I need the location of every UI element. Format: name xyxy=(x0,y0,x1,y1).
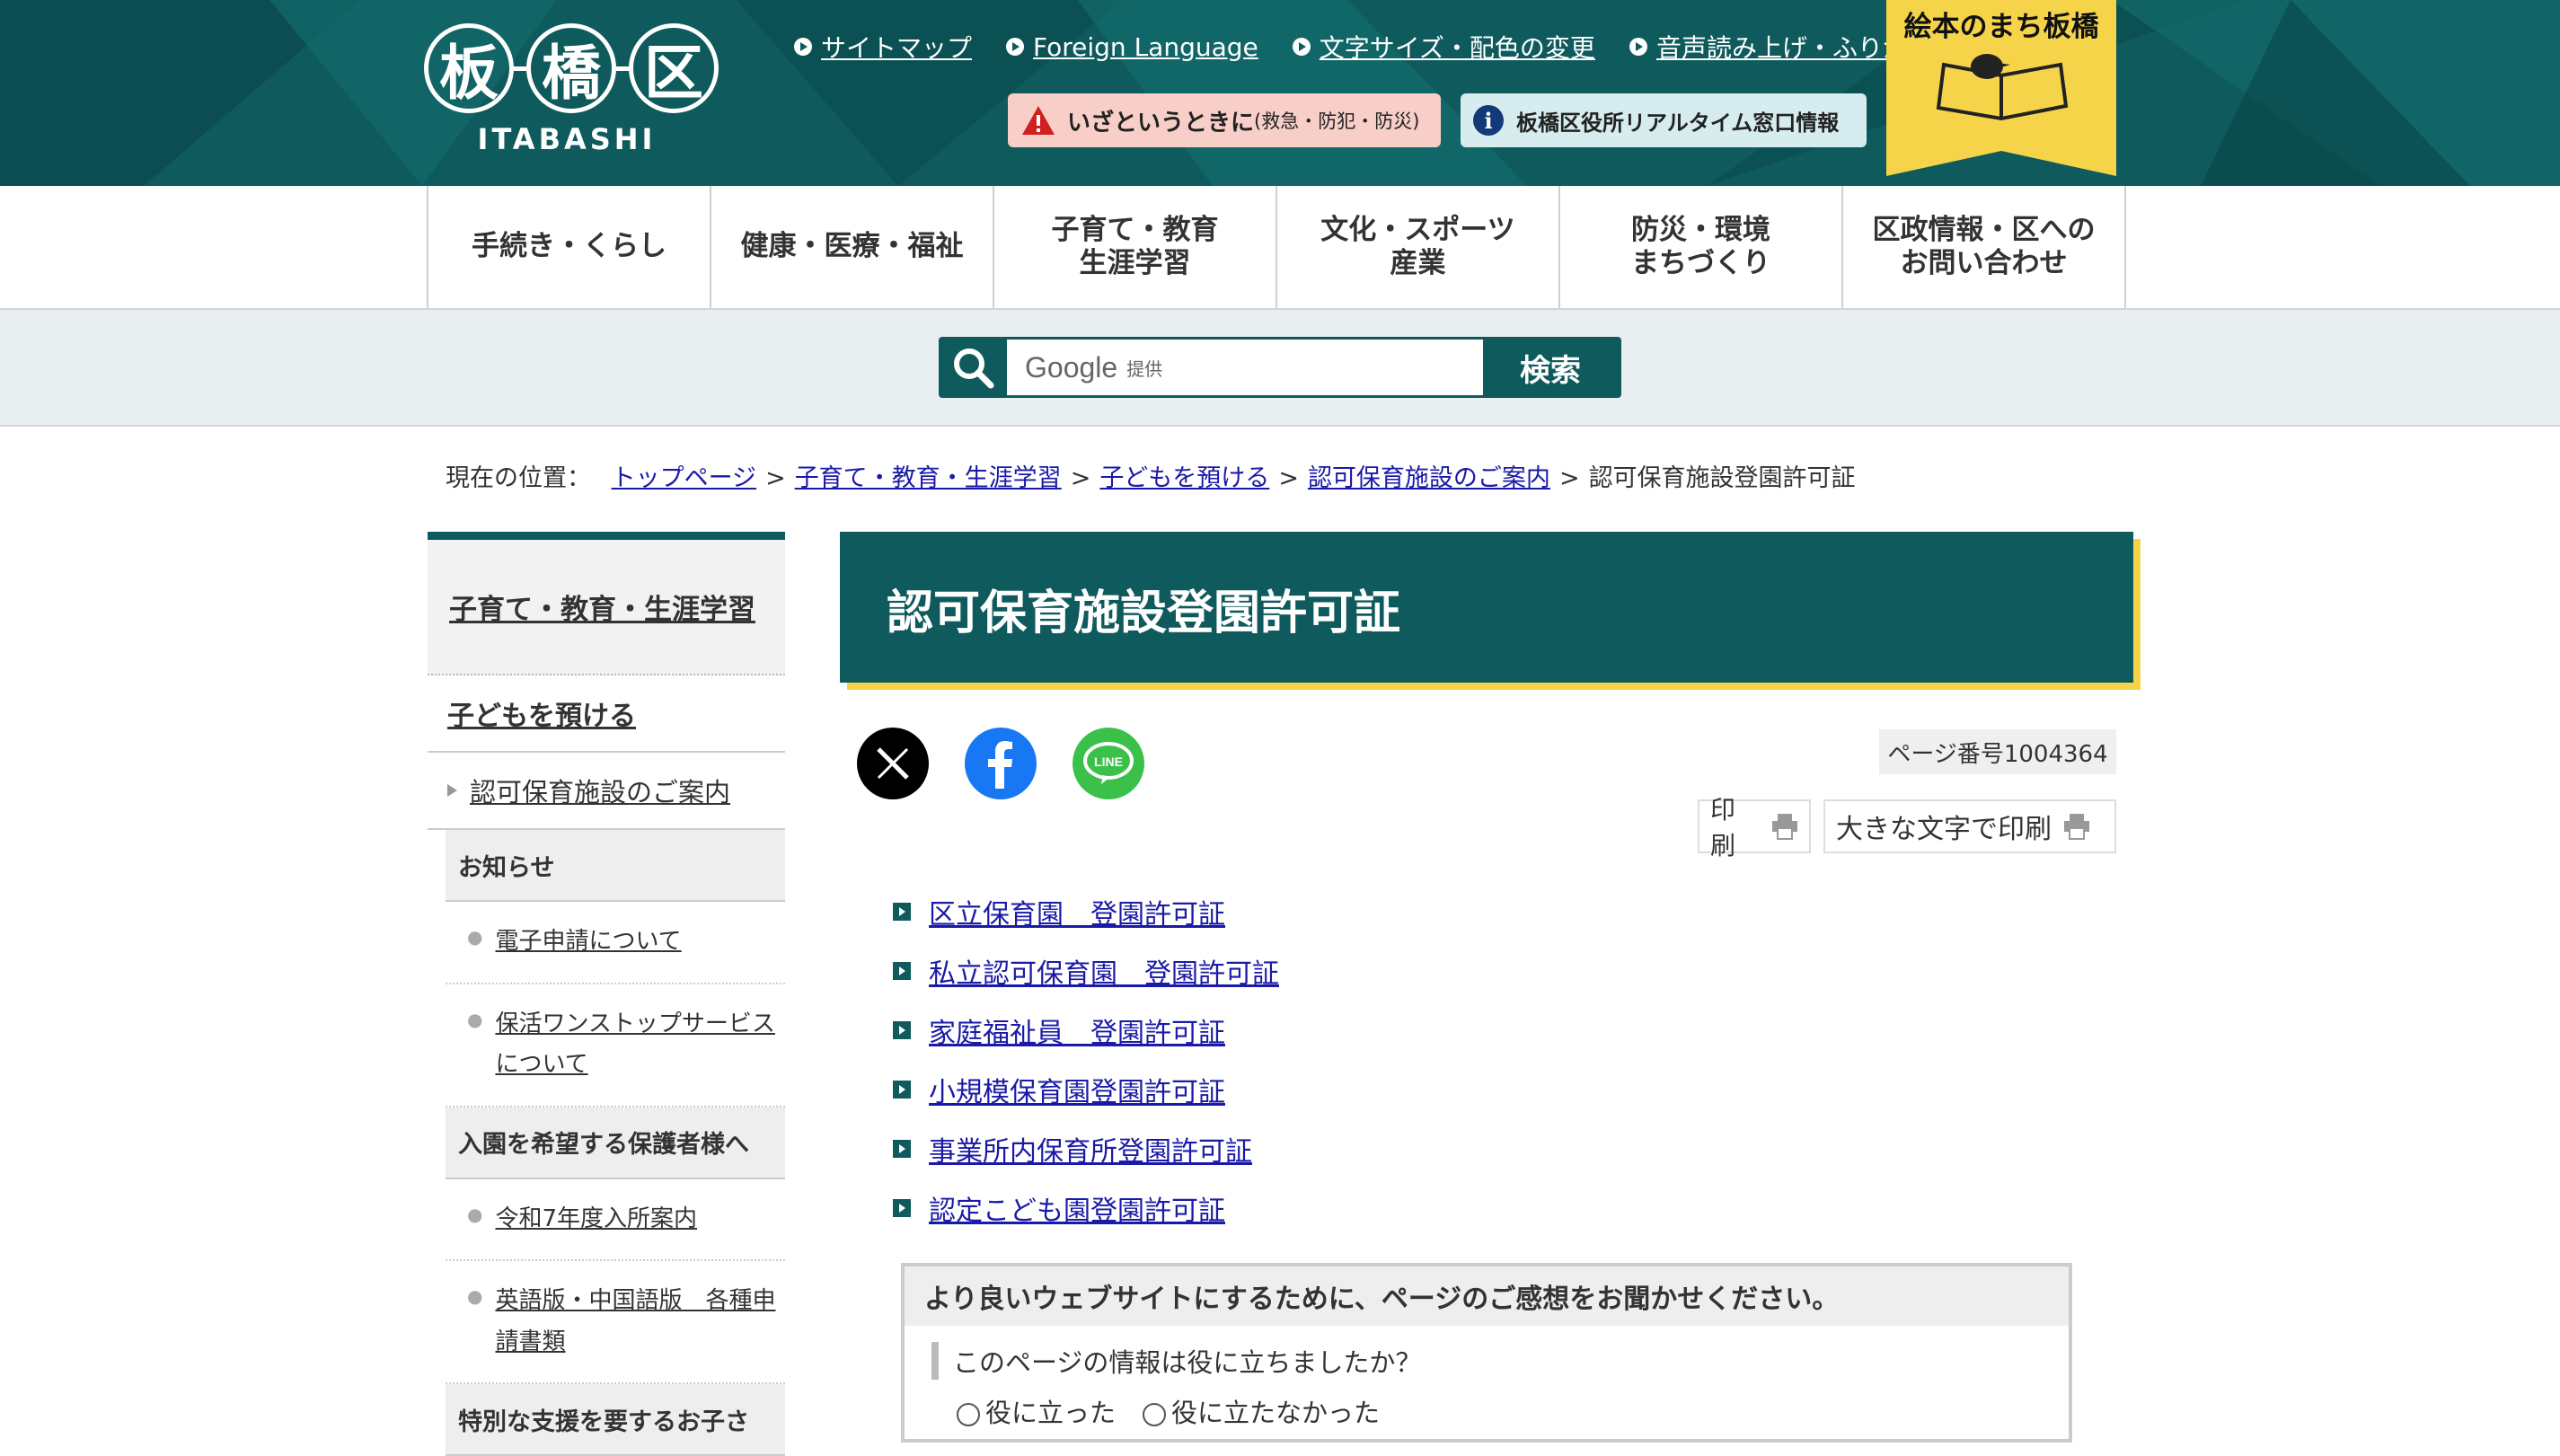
line-logo-icon: LINE xyxy=(1083,742,1134,784)
ehon-banner[interactable]: 絵本のまち板橋 xyxy=(1886,0,2116,180)
bullet-icon: ● xyxy=(467,926,483,948)
arrow-square-icon xyxy=(893,903,911,921)
search-input[interactable]: Google 提供 xyxy=(1007,340,1483,395)
site-logo[interactable]: 板 橋 区 ITABASHI xyxy=(424,23,720,158)
info-icon: i xyxy=(1473,105,1504,136)
radio-button[interactable] xyxy=(1143,1403,1167,1426)
sidebar-item-multilingual-forms[interactable]: ● 英語版・中国語版 各種申請書類 xyxy=(446,1261,785,1384)
arrow-square-icon xyxy=(893,1021,911,1039)
utility-links: サイトマップ Foreign Language 文字サイズ・配色の変更 音声読み… xyxy=(794,29,1933,65)
ehon-label: 絵本のまち板橋 xyxy=(1903,11,2099,43)
printer-icon xyxy=(1771,814,1797,840)
link-private-nursery-permit[interactable]: 私立認可保育園 登園許可証 xyxy=(929,951,1279,991)
util-link-foreign-language[interactable]: Foreign Language xyxy=(1006,29,1258,65)
link-family-welfare-permit[interactable]: 家庭福祉員 登園許可証 xyxy=(929,1010,1225,1050)
list-item: 事業所内保育所登園許可証 xyxy=(893,1119,1279,1178)
arrow-square-icon xyxy=(893,1140,911,1158)
sidebar: 子育て・教育・生涯学習 子どもを預ける 認可保育施設のご案内 お知らせ ● 電子申… xyxy=(428,532,785,1456)
breadcrumb: 現在の位置： トップページ > 子育て・教育・生涯学習 > 子どもを預ける > 認可保育施設… xyxy=(446,464,1856,492)
search-area: Google 提供 検索 xyxy=(0,310,2560,427)
link-workplace-nursery-permit[interactable]: 事業所内保育所登園許可証 xyxy=(929,1129,1252,1169)
feedback-heading: より良いウェブサイトにするために、ページのご感想をお聞かせください。 xyxy=(905,1266,2069,1326)
gnav-ward-info[interactable]: 区政情報・区への お問い合わせ xyxy=(1843,186,2126,308)
feedback-option-not-helpful[interactable]: 役に立たなかった xyxy=(1143,1392,1380,1430)
gnav-procedures[interactable]: 手続き・くらし xyxy=(428,186,711,308)
link-small-nursery-permit[interactable]: 小規模保育園登園許可証 xyxy=(929,1070,1225,1109)
arrow-circle-icon xyxy=(1629,38,1647,56)
print-large-button[interactable]: 大きな文字で印刷 xyxy=(1823,799,2116,853)
warning-icon xyxy=(1022,106,1055,135)
breadcrumb-current: 認可保育施設登園許可証 xyxy=(1588,464,1856,492)
sidebar-top-category[interactable]: 子育て・教育・生涯学習 xyxy=(428,532,785,675)
emergency-button[interactable]: いざというときに (救急・防犯・防災) xyxy=(1008,93,1441,147)
bullet-icon: ● xyxy=(467,1008,483,1030)
breadcrumb-link-facilities[interactable]: 認可保育施設のご案内 xyxy=(1308,464,1550,492)
sidebar-group-notice: お知らせ xyxy=(446,830,785,902)
sidebar-group-special-support: 特別な支援を要するお子さ xyxy=(446,1384,785,1456)
sidebar-item-daycare[interactable]: 子どもを預ける xyxy=(428,675,785,753)
list-item: 家庭福祉員 登園許可証 xyxy=(893,1001,1279,1060)
search-button[interactable]: 検索 xyxy=(1483,337,1618,398)
social-share: LINE xyxy=(857,728,1144,799)
sidebar-item-one-stop[interactable]: ● 保活ワンストップサービスについて xyxy=(446,984,785,1107)
list-item: 小規模保育園登園許可証 xyxy=(893,1060,1279,1119)
sidebar-group-parents: 入園を希望する保護者様へ xyxy=(446,1107,785,1179)
print-button[interactable]: 印刷 xyxy=(1698,795,1811,860)
util-link-text-size[interactable]: 文字サイズ・配色の変更 xyxy=(1292,29,1595,65)
link-kodomoen-permit[interactable]: 認定こども園登園許可証 xyxy=(929,1188,1225,1228)
list-item: 私立認可保育園 登園許可証 xyxy=(893,941,1279,1001)
x-logo-icon xyxy=(877,747,909,780)
arrow-square-icon xyxy=(893,962,911,980)
feedback-option-helpful[interactable]: 役に立った xyxy=(957,1392,1116,1430)
logo-char-2: 橋 xyxy=(526,23,616,113)
breadcrumb-link-daycare[interactable]: 子どもを預ける xyxy=(1099,464,1269,492)
gnav-health[interactable]: 健康・医療・福祉 xyxy=(711,186,994,308)
sidebar-item-r7-guide[interactable]: ● 令和7年度入所案内 xyxy=(446,1179,785,1261)
page-title-box: 認可保育施設登園許可証 xyxy=(840,532,2133,683)
breadcrumb-link-childcare[interactable]: 子育て・教育・生涯学習 xyxy=(795,464,1062,492)
triangle-right-icon xyxy=(447,784,457,797)
link-public-nursery-permit[interactable]: 区立保育園 登園許可証 xyxy=(929,892,1225,931)
page-title: 認可保育施設登園許可証 xyxy=(887,587,1401,640)
arrow-square-icon xyxy=(893,1081,911,1099)
feedback-question: このページの情報は役に立ちましたか？ xyxy=(931,1342,2069,1380)
facebook-logo-icon xyxy=(988,741,1012,789)
gnav-disaster-environment[interactable]: 防災・環境 まちづくり xyxy=(1560,186,1843,308)
realtime-window-info-button[interactable]: i 板橋区役所リアルタイム窓口情報 xyxy=(1461,93,1867,147)
search-form: Google 提供 検索 xyxy=(939,337,1621,398)
facebook-share-button[interactable] xyxy=(965,728,1037,799)
site-header: 板 橋 区 ITABASHI サイトマップ Foreign Language 文… xyxy=(0,0,2560,186)
search-icon xyxy=(939,337,1007,398)
radio-button[interactable] xyxy=(957,1403,980,1426)
printer-icon xyxy=(2064,814,2089,840)
bullet-icon: ● xyxy=(467,1203,483,1225)
breadcrumb-link-top[interactable]: トップページ xyxy=(612,464,756,492)
logo-char-3: 区 xyxy=(629,23,719,113)
page-number: ページ番号1004364 xyxy=(1879,729,2116,774)
global-nav: 手続き・くらし 健康・医療・福祉 子育て・教育 生涯学習 文化・スポーツ 産業 … xyxy=(0,186,2560,310)
logo-romaji: ITABASHI xyxy=(477,122,657,156)
logo-char-1: 板 xyxy=(424,23,514,113)
arrow-circle-icon xyxy=(1292,38,1311,56)
sidebar-item-facilities[interactable]: 認可保育施設のご案内 xyxy=(428,753,785,830)
arrow-circle-icon xyxy=(794,38,812,56)
arrow-square-icon xyxy=(893,1199,911,1217)
list-item: 認定こども園登園許可証 xyxy=(893,1178,1279,1238)
list-item: 区立保育園 登園許可証 xyxy=(893,882,1279,941)
gnav-culture-sports[interactable]: 文化・スポーツ 産業 xyxy=(1277,186,1560,308)
x-share-button[interactable] xyxy=(857,728,929,799)
arrow-circle-icon xyxy=(1006,38,1025,56)
bullet-icon: ● xyxy=(467,1285,483,1307)
util-link-sitemap[interactable]: サイトマップ xyxy=(794,29,972,65)
feedback-form: より良いウェブサイトにするために、ページのご感想をお聞かせください。 このページ… xyxy=(901,1263,2072,1443)
sidebar-item-e-application[interactable]: ● 電子申請について xyxy=(446,902,785,984)
svg-text:LINE: LINE xyxy=(1094,754,1123,769)
gnav-childcare-education[interactable]: 子育て・教育 生涯学習 xyxy=(994,186,1277,308)
line-share-button[interactable]: LINE xyxy=(1073,728,1144,799)
permit-links: 区立保育園 登園許可証 私立認可保育園 登園許可証 家庭福祉員 登園許可証 小規… xyxy=(893,882,1279,1238)
